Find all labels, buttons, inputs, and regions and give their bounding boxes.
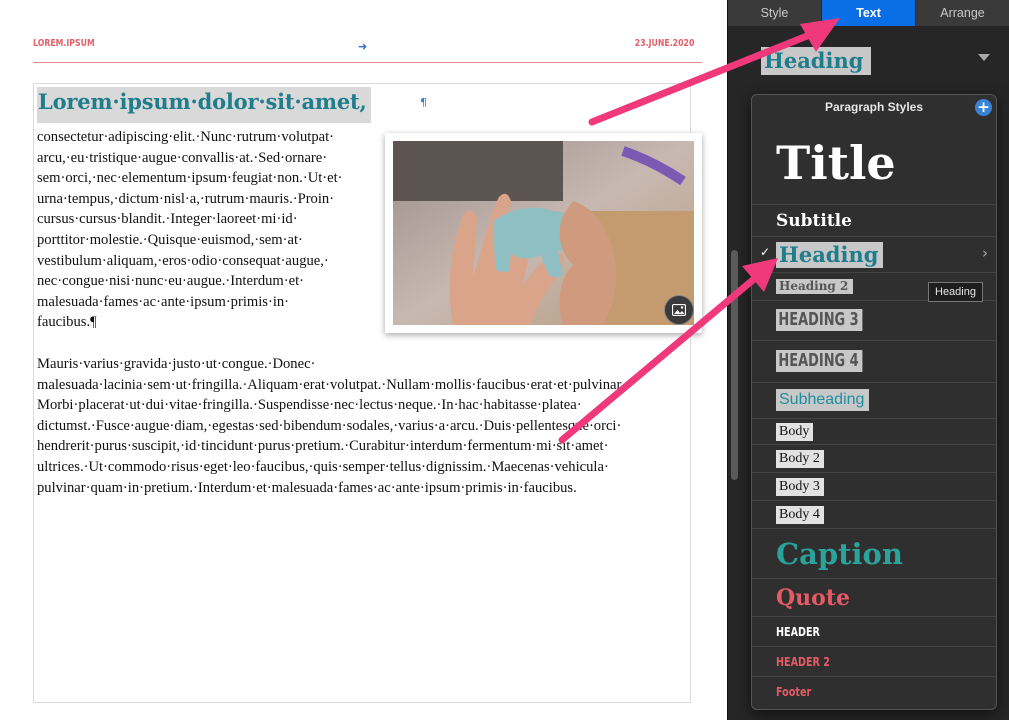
text-line: cursus·cursus·blandit.·Integer·laoreet·m… xyxy=(37,211,298,228)
inspector-tabbar: Style Text Arrange xyxy=(728,0,1009,26)
text-line: faucibus.¶ xyxy=(37,314,97,331)
style-item-header-2[interactable]: HEADER 2 xyxy=(752,647,996,677)
sidebar-scrollbar[interactable] xyxy=(731,250,738,480)
style-item-title[interactable]: Title xyxy=(752,123,996,205)
style-item-body[interactable]: Body xyxy=(752,419,996,445)
page-header-date: 23.JUNE.2020 xyxy=(634,38,694,49)
text-line: pulvinar·quam·in·pretium.·Interdum·et·ma… xyxy=(37,479,577,496)
style-item-caption[interactable]: Caption xyxy=(752,529,996,579)
chevron-right-icon[interactable]: › xyxy=(982,244,988,262)
tab-style[interactable]: Style xyxy=(728,0,822,26)
text-line: malesuada·lacinia·sem·ut·fringilla.·Aliq… xyxy=(37,376,630,393)
style-item-body-2[interactable]: Body 2 xyxy=(752,445,996,473)
page-header-left: LOREM.IPSUM xyxy=(33,38,95,49)
text-line: arcu,·eu·tristique·augue·convallis·at.·S… xyxy=(37,149,328,166)
paragraph-styles-popup: Paragraph Styles + Title Subtitle ✓ Head… xyxy=(751,94,997,710)
text-line: Morbi·placerat·ut·dui·vitae·fringilla.·S… xyxy=(37,397,582,414)
document-canvas[interactable]: LOREM.IPSUM ➜ 23.JUNE.2020 Lorem·ipsum·d… xyxy=(0,0,727,720)
style-item-body-3[interactable]: Body 3 xyxy=(752,473,996,501)
add-style-icon[interactable]: + xyxy=(975,99,992,116)
text-line: nec·congue·nisi·nunc·eu·augue.·Interdum·… xyxy=(37,273,305,290)
inline-image[interactable] xyxy=(385,133,702,333)
text-line: sem·orci,·nec·elementum·ipsum·feugiat·no… xyxy=(37,170,343,187)
paragraph-1[interactable]: consectetur·adipiscing·elit.·Nunc·rutrum… xyxy=(37,127,343,333)
style-item-heading-4[interactable]: HEADING 4 xyxy=(752,341,996,383)
text-line: Mauris·varius·gravida·justo·ut·congue.·D… xyxy=(37,356,316,372)
style-item-quote[interactable]: Quote xyxy=(752,579,996,617)
style-item-heading-3[interactable]: HEADING 3 xyxy=(752,301,996,341)
tab-text[interactable]: Text xyxy=(822,0,916,26)
style-item-header[interactable]: HEADER xyxy=(752,617,996,647)
text-line: dictumst.·Fusce·augue·diam,·egestas·sed·… xyxy=(37,417,622,434)
photo-hands-clay xyxy=(393,141,694,325)
text-line: porttitor·molestie.·Quisque·euismod,·sem… xyxy=(37,231,303,248)
chevron-down-icon[interactable] xyxy=(978,54,990,61)
text-line: consectetur·adipiscing·elit.·Nunc·rutrum… xyxy=(37,129,335,145)
popup-title: Paragraph Styles xyxy=(824,100,924,114)
image-icon[interactable] xyxy=(664,295,694,325)
style-item-subheading[interactable]: Subheading xyxy=(752,383,996,419)
style-item-subtitle[interactable]: Subtitle xyxy=(752,205,996,237)
style-item-body-4[interactable]: Body 4 xyxy=(752,501,996,529)
tab-arrange[interactable]: Arrange xyxy=(916,0,1009,26)
text-line: hendrerit·purus·suscipit,·id·tincidunt·p… xyxy=(37,438,609,455)
text-line: ultrices.·Ut·commodo·risus·eget·leo·fauc… xyxy=(37,458,609,475)
style-tooltip: Heading xyxy=(928,282,983,302)
paragraph-style-dropdown[interactable]: Heading xyxy=(752,46,1002,76)
paragraph-mark: ¶ xyxy=(420,96,427,109)
paragraph-2[interactable]: Mauris·varius·gravida·justo·ut·congue.·D… xyxy=(37,354,629,498)
document-heading[interactable]: Lorem·ipsum·dolor·sit·amet, xyxy=(37,87,371,123)
style-item-heading[interactable]: ✓ Heading › xyxy=(752,237,996,273)
text-line: vestibulum·aliquam,·eros·odio·consequat·… xyxy=(37,252,329,269)
heading-text: Lorem·ipsum·dolor·sit·amet, xyxy=(38,89,367,114)
header-rule xyxy=(33,62,702,63)
blue-arrow-icon: ➜ xyxy=(358,40,368,53)
checkmark-icon: ✓ xyxy=(760,245,771,259)
text-line: malesuada·fames·ac·ante·ipsum·primis·in· xyxy=(37,293,290,310)
current-style-label: Heading xyxy=(761,47,872,75)
style-item-footer[interactable]: Footer xyxy=(752,677,996,707)
text-line: urna·tempus,·dictum·nisl·a,·rutrum·mauri… xyxy=(37,190,335,207)
